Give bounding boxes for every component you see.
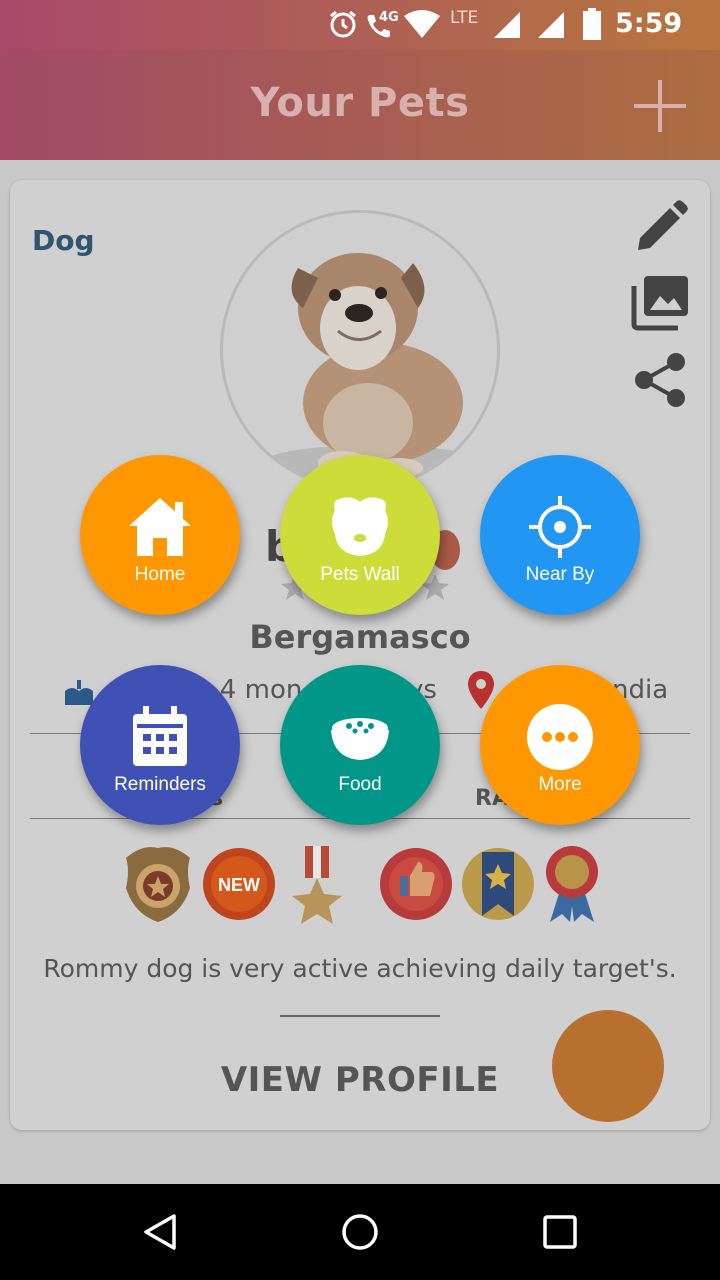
status-bar: 4G LTE 5:59 PM: [0, 0, 720, 68]
menu-home-button[interactable]: Home: [80, 455, 240, 615]
star-ribbon-badge-icon[interactable]: [462, 848, 534, 920]
crosshair-icon: [529, 496, 591, 558]
page-title: Your Pets: [250, 80, 470, 126]
thumbs-up-badge-icon[interactable]: [380, 848, 452, 920]
award-ribbon-icon[interactable]: [546, 846, 598, 922]
calendar-icon: [133, 706, 187, 766]
home-icon: [129, 498, 191, 556]
menu-reminders-button[interactable]: Reminders: [80, 665, 240, 825]
battery-icon: [583, 8, 601, 40]
svg-text:NEW: NEW: [218, 875, 260, 895]
back-icon[interactable]: [140, 1212, 180, 1252]
menu-food-button[interactable]: Food: [280, 665, 440, 825]
police-badge-icon[interactable]: [126, 847, 190, 922]
menu-more-label: More: [538, 774, 582, 795]
pet-avatar[interactable]: [220, 210, 500, 490]
alarm-icon: [330, 10, 356, 38]
menu-food-label: Food: [338, 774, 382, 795]
network-type-label: 4G: [379, 10, 399, 25]
pet-description: Rommy dog is very active achieving daily…: [43, 954, 677, 983]
dog-face-icon: [332, 497, 388, 556]
menu-pets-wall-label: Pets Wall: [320, 564, 400, 585]
medal-icon[interactable]: [292, 846, 342, 924]
recents-icon[interactable]: [542, 1214, 578, 1250]
signal-icon-1: [494, 12, 520, 38]
gallery-icon[interactable]: [630, 272, 690, 332]
menu-near-by-label: Near By: [525, 564, 595, 585]
home-nav-icon[interactable]: [340, 1212, 380, 1252]
wifi-icon: [404, 10, 440, 38]
share-icon[interactable]: [630, 350, 690, 410]
new-badge-icon[interactable]: NEW: [203, 848, 275, 920]
edit-pet-icon[interactable]: [630, 198, 690, 258]
system-nav-bar: [0, 1184, 720, 1280]
app-bar: Your Pets: [0, 50, 720, 160]
divider: [280, 1015, 440, 1017]
pet-type-label: Dog: [32, 224, 95, 257]
menu-near-by-button[interactable]: Near By: [480, 455, 640, 615]
floating-action-button[interactable]: [552, 1010, 664, 1122]
menu-more-button[interactable]: More: [480, 665, 640, 825]
menu-pets-wall-button[interactable]: Pets Wall: [280, 455, 440, 615]
bulldog-photo: [223, 213, 497, 487]
food-bowl-icon: [331, 718, 389, 760]
pet-breed: Bergamasco: [249, 618, 471, 656]
achievement-badges: NEW: [126, 846, 598, 924]
menu-home-label: Home: [134, 564, 186, 585]
add-pet-button[interactable]: [628, 74, 692, 138]
more-icon: [527, 704, 593, 770]
menu-reminders-label: Reminders: [114, 774, 206, 795]
signal-icon-2: [538, 12, 564, 38]
lte-label: LTE: [450, 8, 479, 28]
pet-card: Dog b: [10, 180, 710, 1130]
